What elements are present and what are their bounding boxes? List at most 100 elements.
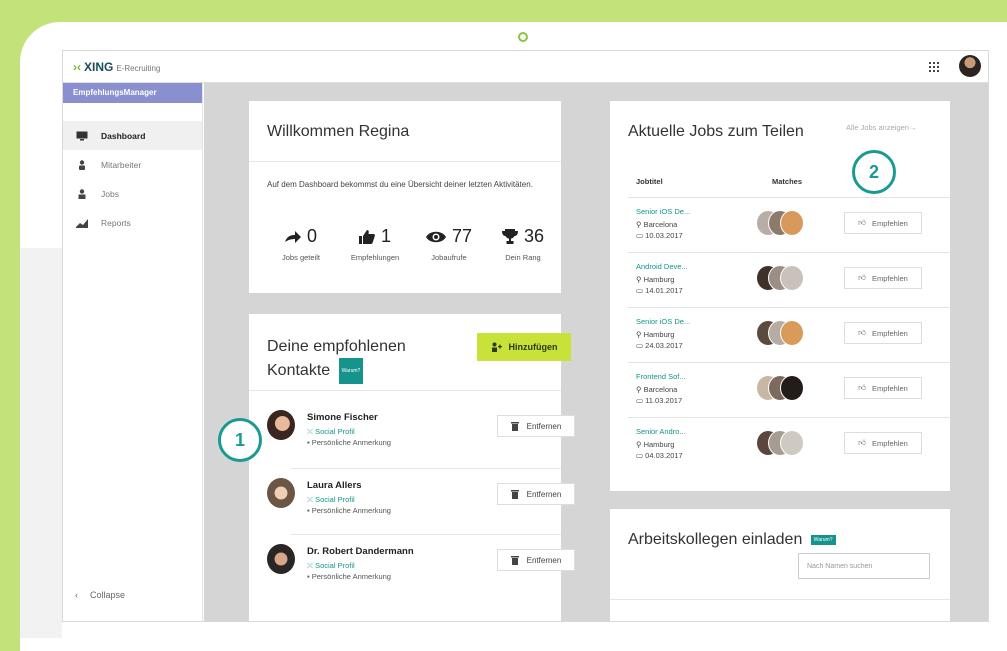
match-avatar [780,430,804,456]
remove-label: Entfernen [526,555,562,565]
contact-name[interactable]: Simone Fischer [307,412,378,423]
contacts-title: Deine empfohlenen Kontakte Warum? [267,336,406,384]
job-title-link[interactable]: Senior Andro... [636,427,686,436]
briefcase-icon [75,188,89,199]
matches-avatars[interactable] [756,430,826,456]
contact-avatar[interactable] [267,478,295,508]
contact-avatar[interactable] [267,544,295,574]
social-profile-link[interactable]: ⤬ Social Profil [307,495,355,505]
personal-note[interactable]: ▪ Persönliche Anmerkung [307,438,391,447]
invite-colleagues-card: Arbeitskollegen einladen Warum? [610,509,950,621]
current-jobs-card: Aktuelle Jobs zum Teilen Alle Jobs anzei… [610,101,950,491]
recommend-button[interactable]: 👍︎ Empfehlen [844,322,922,344]
job-title-link[interactable]: Android Deve... [636,262,688,271]
stat-label: Dein Rang [505,253,541,262]
eye-icon [425,231,446,242]
job-location: ⚲ Barcelona [636,220,678,229]
location-pin-icon: ⚲ [636,275,644,284]
chevron-left-icon: ‹ [75,590,78,600]
contact-name[interactable]: Laura Allers [307,480,362,491]
location-pin-icon: ⚲ [636,220,644,229]
trash-icon [510,490,519,499]
thumbs-up-icon: 👍︎ [858,273,866,282]
match-avatar [780,375,804,401]
colleague-search-input[interactable] [798,553,930,579]
personal-note[interactable]: ▪ Persönliche Anmerkung [307,506,391,515]
sidebar-header: EmpfehlungsManager [63,83,202,103]
pager-dot[interactable] [518,32,528,42]
matches-avatars[interactable] [756,375,826,401]
contact-avatar[interactable] [267,410,295,440]
warum-badge[interactable]: Warum? [810,534,836,545]
sidebar-item-jobs[interactable]: Jobs [63,179,202,208]
matches-avatars[interactable] [756,210,826,236]
stat-rank: 36 Dein Rang [489,226,557,262]
contact-item: Dr. Robert Dandermann ⤬ Social Profil ▪ … [267,534,575,600]
thumbs-up-icon: 👍︎ [858,383,866,392]
xing-icon: ⤬ [307,427,316,436]
warum-badge[interactable]: Warum? [338,358,364,384]
divider [610,599,950,600]
remove-contact-button[interactable]: Entfernen [497,483,575,505]
personal-note[interactable]: ▪ Persönliche Anmerkung [307,572,391,581]
sidebar-item-reports[interactable]: Reports [63,208,202,237]
thumbs-up-icon [358,229,375,244]
contact-item: Laura Allers ⤬ Social Profil ▪ Persönlic… [267,468,575,534]
stat-job-views: 77 Jobaufrufe [415,226,483,262]
welcome-card: Willkommen Regina Auf dem Dashboard beko… [249,101,561,293]
top-bar: ›‹ XING E-Recruiting [63,51,988,83]
apps-grid-icon[interactable] [929,62,939,72]
matches-avatars[interactable] [756,265,826,291]
recommend-button[interactable]: 👍︎ Empfehlen [844,267,922,289]
add-contact-button[interactable]: Hinzufügen [477,333,571,361]
job-date: ▭ 04.03.2017 [636,451,683,460]
callout-marker-2: 2 [852,150,896,194]
sidebar: EmpfehlungsManager Dashboard Mitarbeiter… [63,83,203,621]
stat-value: 0 [306,226,317,246]
job-date: ▭ 14.01.2017 [636,286,683,295]
stat-label: Jobaufrufe [431,253,467,262]
xing-icon: ⤬ [307,495,316,504]
remove-contact-button[interactable]: Entfernen [497,549,575,571]
sidebar-item-label: Reports [101,217,131,228]
stat-value: 77 [451,226,473,246]
job-date: ▭ 10.03.2017 [636,231,683,240]
location-pin-icon: ⚲ [636,385,644,394]
collapse-button[interactable]: ‹ Collapse [75,590,125,600]
user-avatar[interactable] [959,55,981,77]
sidebar-item-label: Jobs [101,188,119,199]
recommend-button[interactable]: 👍︎ Empfehlen [844,212,922,234]
social-profile-link[interactable]: ⤬ Social Profil [307,427,355,437]
xing-logo[interactable]: ›‹ XING E-Recruiting [73,60,160,74]
collapse-label: Collapse [90,590,126,600]
share-arrow-icon [284,230,301,243]
contact-name[interactable]: Dr. Robert Dandermann [307,546,414,557]
remove-contact-button[interactable]: Entfernen [497,415,575,437]
recommend-button[interactable]: 👍︎ Empfehlen [844,377,922,399]
job-row: Senior iOS De... ⚲ Hamburg ▭ 24.03.2017 … [628,308,950,363]
match-avatar [780,210,804,236]
all-jobs-link[interactable]: Alle Jobs anzeigen→ [846,123,916,132]
job-title-link[interactable]: Frontend Sof... [636,372,686,381]
job-title-link[interactable]: Senior iOS De... [636,207,690,216]
job-title-link[interactable]: Senior iOS De... [636,317,690,326]
calendar-icon: ▭ [636,396,646,405]
sidebar-nav: Dashboard Mitarbeiter Jobs Reports [63,121,202,237]
side-grey-band [20,248,62,638]
sidebar-item-mitarbeiter[interactable]: Mitarbeiter [63,150,202,179]
social-profile-link[interactable]: ⤬ Social Profil [307,561,355,571]
column-header-jobtitle: Jobtitel [636,177,663,186]
sidebar-item-label: Mitarbeiter [101,159,142,170]
calendar-icon: ▭ [636,231,646,240]
recommend-label: Empfehlen [871,438,908,448]
sidebar-item-dashboard[interactable]: Dashboard [63,121,202,150]
thumbs-up-icon: 👍︎ [858,438,866,447]
calendar-icon: ▭ [636,341,646,350]
frame-left-band [0,0,20,651]
recommend-button[interactable]: 👍︎ Empfehlen [844,432,922,454]
matches-avatars[interactable] [756,320,826,346]
job-date: ▭ 24.03.2017 [636,341,683,350]
trash-icon [510,556,519,565]
contacts-title-line1: Deine empfohlenen [267,338,406,355]
recommend-label: Empfehlen [871,383,908,393]
